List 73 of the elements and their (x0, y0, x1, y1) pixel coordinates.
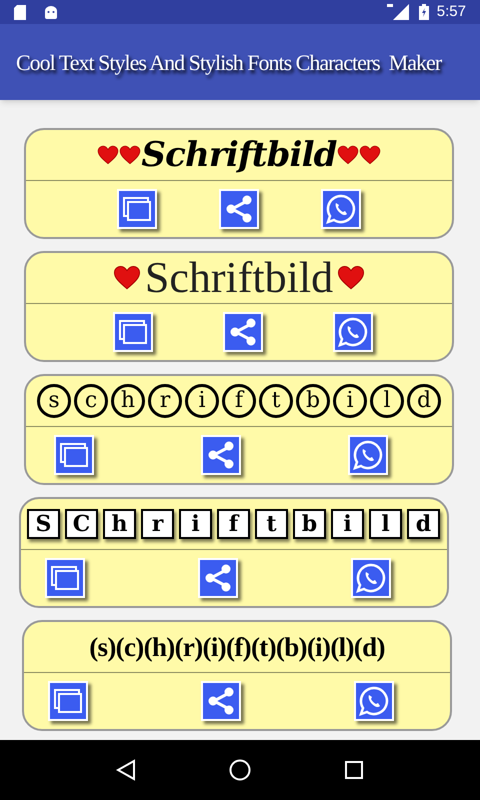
heart-icon (358, 145, 381, 165)
circled-letter: b (296, 384, 330, 418)
signal-icon (386, 4, 409, 20)
whatsapp-button[interactable] (333, 312, 373, 352)
status-time: 5:57 (436, 2, 466, 22)
circled-letter: d (407, 384, 441, 418)
circled-letter: t (259, 384, 293, 418)
boxed-letter: l (369, 509, 402, 539)
copy-button[interactable] (48, 681, 88, 721)
app-title: Cool Text Styles And Stylish Fonts Characters Maker (16, 48, 442, 77)
whatsapp-button[interactable] (351, 558, 391, 598)
home-icon (228, 759, 251, 781)
share-icon (206, 686, 236, 716)
battery-charging-icon (418, 4, 429, 20)
boxed-letter: S (27, 509, 60, 539)
copy-icon (59, 442, 89, 468)
share-icon (228, 317, 258, 347)
boxed-letter: i (331, 509, 364, 539)
recents-icon (344, 760, 364, 780)
boxed-letter: C (65, 509, 98, 539)
circled-letter: r (148, 384, 182, 418)
heart-icon (336, 145, 359, 165)
share-button[interactable] (201, 435, 241, 475)
back-icon (116, 759, 136, 781)
circled-letter: s (37, 384, 71, 418)
boxed-letter: f (217, 509, 250, 539)
share-icon (203, 563, 233, 593)
copy-icon (53, 688, 83, 714)
copy-button[interactable] (54, 435, 94, 475)
recents-button[interactable] (344, 760, 364, 780)
copy-button[interactable] (113, 312, 153, 352)
sd-card-icon (14, 4, 26, 20)
heart-icon (337, 265, 366, 291)
circled-letter: l (370, 384, 404, 418)
whatsapp-button[interactable] (354, 681, 394, 721)
copy-button[interactable] (117, 189, 157, 229)
copy-icon (118, 319, 148, 345)
boxed-letter: h (103, 509, 136, 539)
home-button[interactable] (228, 759, 251, 781)
chat-phone-icon (352, 439, 384, 471)
share-icon (206, 440, 236, 470)
heart-icon (119, 145, 142, 165)
heart-icon (97, 145, 120, 165)
copy-button[interactable] (45, 558, 85, 598)
chat-phone-icon (337, 316, 369, 348)
share-icon (224, 194, 254, 224)
circled-letter: c (74, 384, 108, 418)
circled-letter: f (222, 384, 256, 418)
copy-icon (122, 196, 152, 222)
chat-phone-icon (355, 562, 387, 594)
boxed-letter: r (141, 509, 174, 539)
heart-icon (112, 265, 141, 291)
circled-letter: h (111, 384, 145, 418)
whatsapp-button[interactable] (321, 189, 361, 229)
boxed-letter: b (293, 509, 326, 539)
whatsapp-button[interactable] (348, 435, 388, 475)
circled-letter: i (185, 384, 219, 418)
boxed-letter: t (255, 509, 288, 539)
share-button[interactable] (201, 681, 241, 721)
circled-letter: i (333, 384, 367, 418)
copy-icon (50, 565, 80, 591)
chat-phone-icon (325, 193, 357, 225)
boxed-letter: i (179, 509, 212, 539)
styled-text: (s)(c)(h)(r)(i)(f)(t)(b)(i)(l)(d) (89, 634, 385, 660)
back-button[interactable] (116, 759, 136, 781)
share-button[interactable] (223, 312, 263, 352)
styled-text: Schriftbild (144, 256, 334, 300)
android-icon (44, 5, 58, 19)
share-button[interactable] (219, 189, 259, 229)
styled-text: Schriftbild (141, 138, 337, 172)
share-button[interactable] (198, 558, 238, 598)
chat-phone-icon (358, 685, 390, 717)
boxed-letter: d (407, 509, 440, 539)
